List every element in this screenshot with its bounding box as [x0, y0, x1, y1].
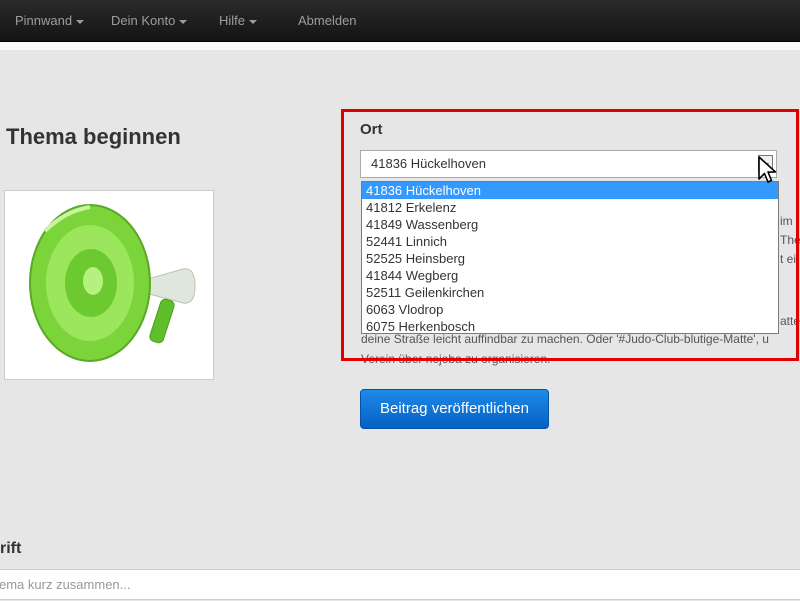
- page-title: Thema beginnen: [6, 124, 181, 149]
- nav-abmelden-label: Abmelden: [298, 13, 357, 28]
- publish-button[interactable]: Beitrag veröffentlichen: [360, 389, 549, 429]
- nav-abmelden[interactable]: Abmelden: [298, 0, 357, 41]
- highlight-frame: [341, 109, 799, 361]
- caret-down-icon: [76, 19, 85, 24]
- megaphone-image: [4, 190, 214, 380]
- nav-pinnwand-label: Pinnwand: [15, 13, 73, 28]
- caret-down-icon: [249, 19, 258, 24]
- megaphone-icon: [29, 204, 196, 362]
- caret-down-icon: [179, 19, 188, 24]
- nav-dein-konto-label: Dein Konto: [111, 13, 176, 28]
- header-divider: [0, 42, 800, 50]
- nav-hilfe-label: Hilfe: [219, 13, 246, 28]
- nav-dein-konto[interactable]: Dein Konto: [111, 0, 188, 41]
- nav-pinnwand[interactable]: Pinnwand: [15, 0, 85, 41]
- top-navbar: Pinnwand Dein Konto Hilfe Abmelden: [0, 0, 800, 42]
- summary-label: rift: [0, 540, 22, 557]
- mouse-pointer-icon: [757, 155, 781, 192]
- nav-hilfe[interactable]: Hilfe: [219, 0, 258, 41]
- summary-input[interactable]: ema kurz zusammen...: [0, 569, 800, 600]
